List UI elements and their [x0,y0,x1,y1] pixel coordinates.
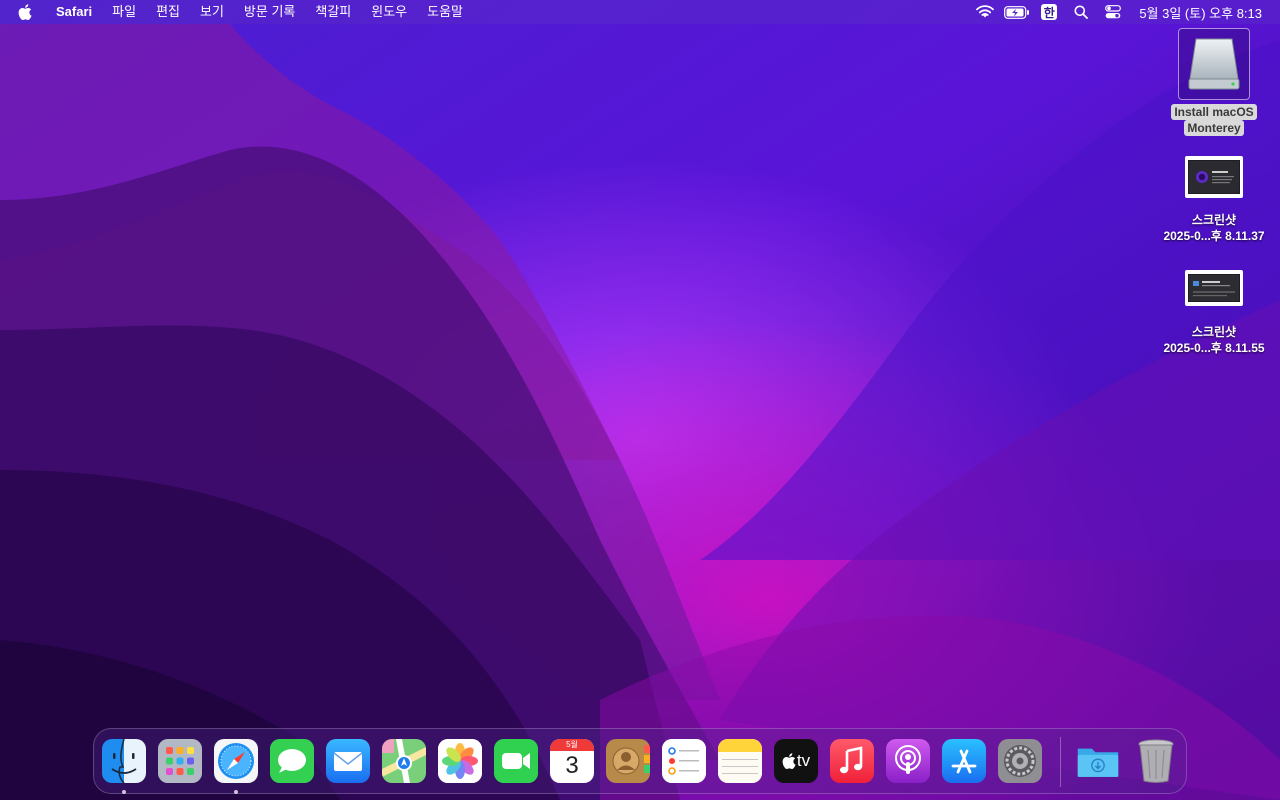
desktop-item-label: 2025-0...후 8.11.55 [1163,341,1265,355]
calendar-month: 5월 [550,739,594,751]
spotlight-search-icon[interactable] [1065,0,1097,24]
dock: 5월 3 tv [93,728,1187,794]
desktop-item-label: 2025-0...후 8.11.37 [1163,229,1265,243]
system-preferences-icon[interactable] [998,739,1042,783]
trash-icon[interactable] [1134,739,1178,783]
external-drive-icon [1178,28,1250,100]
desktop-item-label: 스크린샷 [1191,213,1237,227]
maps-icon[interactable] [382,739,426,783]
screenshot-thumbnail-icon [1185,270,1243,306]
contacts-icon[interactable] [606,739,650,783]
menu-bar: Safari 파일 편집 보기 방문 기록 책갈피 윈도우 도움말 한 5월 3… [0,0,1280,24]
notes-icon[interactable] [718,739,762,783]
apple-logo-icon[interactable] [14,0,36,24]
menu-bookmarks[interactable]: 책갈피 [305,0,361,24]
desktop-item-label: Install macOS [1171,104,1257,120]
menubar-clock[interactable]: 5월 3일 (토) 오후 8:13 [1139,3,1262,22]
safari-icon[interactable] [214,739,258,783]
desktop-item-label: Monterey [1184,120,1244,136]
desktop-item-screenshot-1[interactable]: 스크린샷 2025-0...후 8.11.37 [1154,156,1274,244]
screenshot-thumbnail-icon [1185,156,1243,198]
desktop-wallpaper [0,0,1280,800]
menu-file[interactable]: 파일 [102,0,146,24]
mail-icon[interactable] [326,739,370,783]
finder-icon[interactable] [102,739,146,783]
facetime-icon[interactable] [494,739,538,783]
podcasts-icon[interactable] [886,739,930,783]
menu-view[interactable]: 보기 [190,0,234,24]
desktop-item-label: 스크린샷 [1191,325,1237,339]
running-indicator [122,790,126,794]
app-menu-safari[interactable]: Safari [46,0,102,24]
menu-window[interactable]: 윈도우 [361,0,417,24]
menu-history[interactable]: 방문 기록 [234,0,305,24]
menu-edit[interactable]: 편집 [146,0,190,24]
calendar-day: 3 [565,752,579,779]
launchpad-icon[interactable] [158,739,202,783]
apple-tv-icon[interactable]: tv [774,739,818,783]
menu-help[interactable]: 도움말 [417,0,473,24]
desktop-item-install-macos[interactable]: Install macOS Monterey [1154,28,1274,136]
input-source-label: 한 [1041,4,1058,20]
photos-icon[interactable] [438,739,482,783]
desktop-item-screenshot-2[interactable]: 스크린샷 2025-0...후 8.11.55 [1154,270,1274,356]
messages-icon[interactable] [270,739,314,783]
wifi-icon[interactable] [969,0,1001,24]
calendar-icon[interactable]: 5월 3 [550,739,594,783]
battery-charging-icon[interactable] [1001,0,1033,24]
dock-separator [1060,737,1061,787]
tv-label: tv [796,751,811,770]
control-center-icon[interactable] [1097,0,1129,24]
running-indicator [234,790,238,794]
music-icon[interactable] [830,739,874,783]
app-store-icon[interactable] [942,739,986,783]
downloads-folder-icon[interactable] [1076,739,1120,783]
reminders-icon[interactable] [662,739,706,783]
input-source-icon[interactable]: 한 [1033,0,1065,24]
